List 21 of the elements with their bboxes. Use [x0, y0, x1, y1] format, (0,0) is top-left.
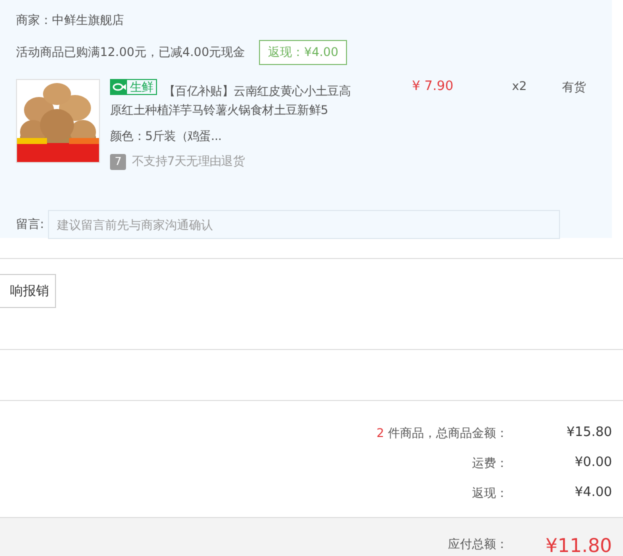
cashback-badge: 返现：¥4.00	[259, 40, 348, 65]
total-amount: ¥11.80	[544, 535, 612, 556]
return-icon: 7	[110, 154, 126, 170]
summary-label: 2 件商品，总商品金额：	[376, 425, 508, 442]
message-label: 留言:	[16, 216, 44, 233]
variant-text: 颜色：5斤装（鸡蛋...	[110, 128, 222, 145]
summary-label: 返现：	[472, 485, 508, 502]
summary-label: 运费：	[472, 455, 508, 472]
promo-text: 活动商品已购满12.00元，已减4.00元现金	[16, 44, 246, 61]
stock-status: 有货	[562, 79, 586, 96]
summary-value: ¥4.00	[574, 485, 612, 502]
reimbursement-button[interactable]: 响报销	[0, 274, 56, 308]
total-label: 应付总额：	[448, 536, 508, 553]
unit-price: ¥ 7.90	[412, 79, 454, 96]
summary-value: ¥15.80	[566, 425, 612, 442]
merchant-name: 商家：中鲜生旗舰店	[16, 12, 125, 28]
message-field[interactable]: 建议留言前先与商家沟通确认	[48, 210, 560, 239]
summary-value: ¥0.00	[574, 455, 612, 472]
product-title[interactable]: 生鲜 【百亿补贴】云南红皮黄心小土豆高原红土种植洋芋马铃薯火锅食材土豆新鲜5	[110, 79, 360, 120]
quantity: x2	[512, 79, 528, 95]
return-policy: 不支持7天无理由退货	[132, 153, 245, 170]
